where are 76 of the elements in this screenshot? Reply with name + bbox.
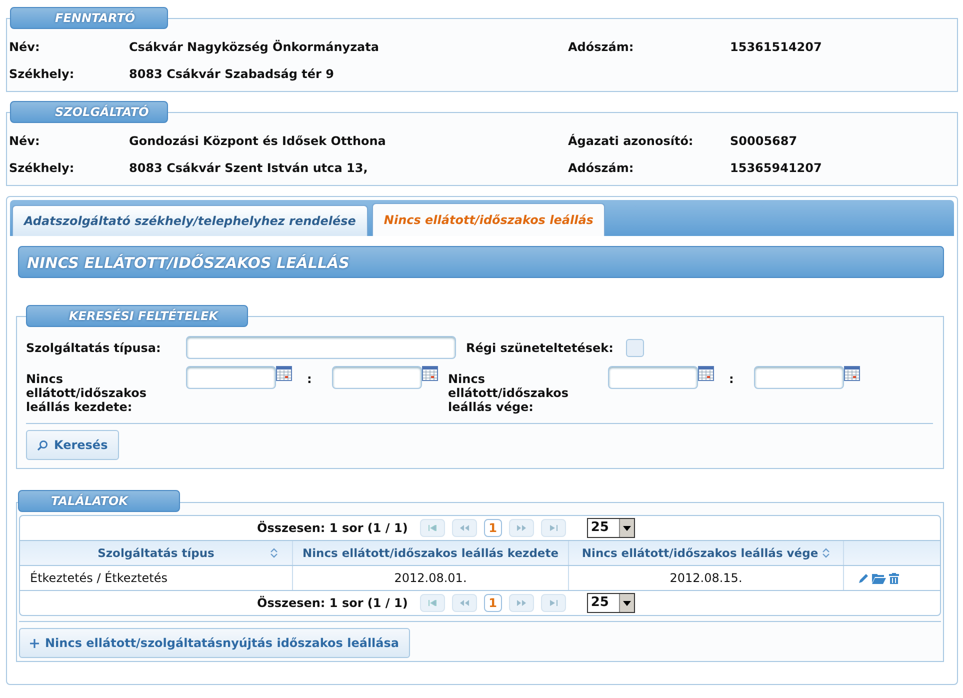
pencil-icon[interactable] <box>858 572 869 584</box>
section-legend: FENNTARTÓ <box>10 7 168 29</box>
folder-icon[interactable] <box>872 572 886 584</box>
field-value: 15365941207 <box>730 160 822 174</box>
field-label: Nincs ellátott/időszakos leállás kezdete: <box>26 372 148 414</box>
calendar-icon[interactable] <box>844 366 860 381</box>
date-field[interactable] <box>186 366 276 389</box>
date-field[interactable] <box>608 366 698 389</box>
field-label: Ágazati azonosító: <box>568 134 694 148</box>
last-page-icon <box>548 525 558 531</box>
field-label: Név: <box>9 40 41 54</box>
page-heading: NINCS ELLÁTOTT/IDŐSZAKOS LEÁLLÁS <box>18 246 944 278</box>
page-size-select[interactable]: 25 <box>586 518 635 538</box>
first-page-button[interactable] <box>420 519 445 537</box>
service-type-field[interactable] <box>186 336 456 359</box>
previous-page-icon <box>460 600 469 606</box>
field-label: Székhely: <box>9 66 76 80</box>
next-page-icon <box>516 525 526 531</box>
section-legend: KERESÉSI FELTÉTELEK <box>26 305 248 327</box>
previous-page-icon <box>460 525 469 531</box>
page-button[interactable]: 1 <box>484 519 502 537</box>
next-page-button[interactable] <box>508 519 534 537</box>
previous-page-button[interactable] <box>452 594 477 612</box>
field-value: Csákvár Nagyközség Önkormányzata <box>129 40 380 54</box>
pager-summary: Összesen: 1 sor (1 / 1) <box>257 521 408 535</box>
search-icon <box>37 440 48 450</box>
next-page-button[interactable] <box>508 594 534 612</box>
checkbox[interactable] <box>626 338 644 356</box>
last-page-icon <box>548 600 558 606</box>
field-label: Adószám: <box>568 40 635 54</box>
field-value: 8083 Csákvár Szabadság tér 9 <box>129 66 335 80</box>
table-cell: Étkeztetés / Étkeztetés <box>20 566 293 590</box>
field-label: Nincs ellátott/időszakos leállás vége: <box>448 372 570 414</box>
field-value: Gondozási Központ és Idősek Otthona <box>129 134 387 148</box>
previous-page-button[interactable] <box>452 519 477 537</box>
field-label: Adószám: <box>568 160 635 174</box>
dropdown-arrow-icon <box>622 600 631 606</box>
field-value: S0005687 <box>730 134 798 148</box>
sort-icon <box>822 548 830 558</box>
page-size-select[interactable]: 25 <box>586 593 635 613</box>
calendar-icon[interactable] <box>698 366 714 381</box>
sort-icon <box>270 548 278 558</box>
tab[interactable]: Nincs ellátott/időszakos leállás <box>372 203 606 236</box>
date-field[interactable] <box>754 366 844 389</box>
first-page-button[interactable] <box>420 594 445 612</box>
field-label: Székhely: <box>9 160 76 174</box>
trash-icon[interactable] <box>889 572 899 584</box>
table-cell: 2012.08.15. <box>569 566 844 590</box>
add-button[interactable]: Nincs ellátott/szolgáltatásnyújtás időszakos leállása <box>19 628 410 658</box>
field-label: Név: <box>9 134 41 148</box>
section-legend: TALÁLATOK <box>18 490 180 512</box>
range-separator: : <box>728 372 735 386</box>
calendar-icon[interactable] <box>276 366 292 381</box>
next-page-icon <box>516 600 526 606</box>
last-page-button[interactable] <box>540 519 566 537</box>
field-value: 8083 Csákvár Szent István utca 13, <box>129 160 369 174</box>
search-button[interactable]: Keresés <box>26 430 119 460</box>
tab[interactable]: Adatszolgáltató székhely/telephelyhez rendelése <box>12 205 368 236</box>
column-header[interactable]: Nincs ellátott/időszakos leállás kezdete <box>293 541 569 565</box>
table-cell: 2012.08.01. <box>293 566 569 590</box>
last-page-button[interactable] <box>540 594 566 612</box>
first-page-icon <box>428 525 437 531</box>
calendar-icon[interactable] <box>422 366 438 381</box>
range-separator: : <box>306 372 313 386</box>
field-label: Szolgáltatás típusa: <box>26 340 162 354</box>
section-legend: SZOLGÁLTATÓ <box>10 101 168 123</box>
dropdown-arrow-icon <box>622 526 631 530</box>
column-header[interactable]: Szolgáltatás típus <box>20 541 293 565</box>
pager-summary: Összesen: 1 sor (1 / 1) <box>257 596 408 610</box>
field-value: 15361514207 <box>730 40 822 54</box>
plus-icon <box>30 638 39 648</box>
column-header[interactable]: Nincs ellátott/időszakos leállás vége <box>569 541 844 565</box>
date-field[interactable] <box>332 366 422 389</box>
first-page-icon <box>428 600 437 606</box>
page-button[interactable]: 1 <box>484 594 502 612</box>
field-label: Régi szüneteltetések: <box>466 340 614 354</box>
